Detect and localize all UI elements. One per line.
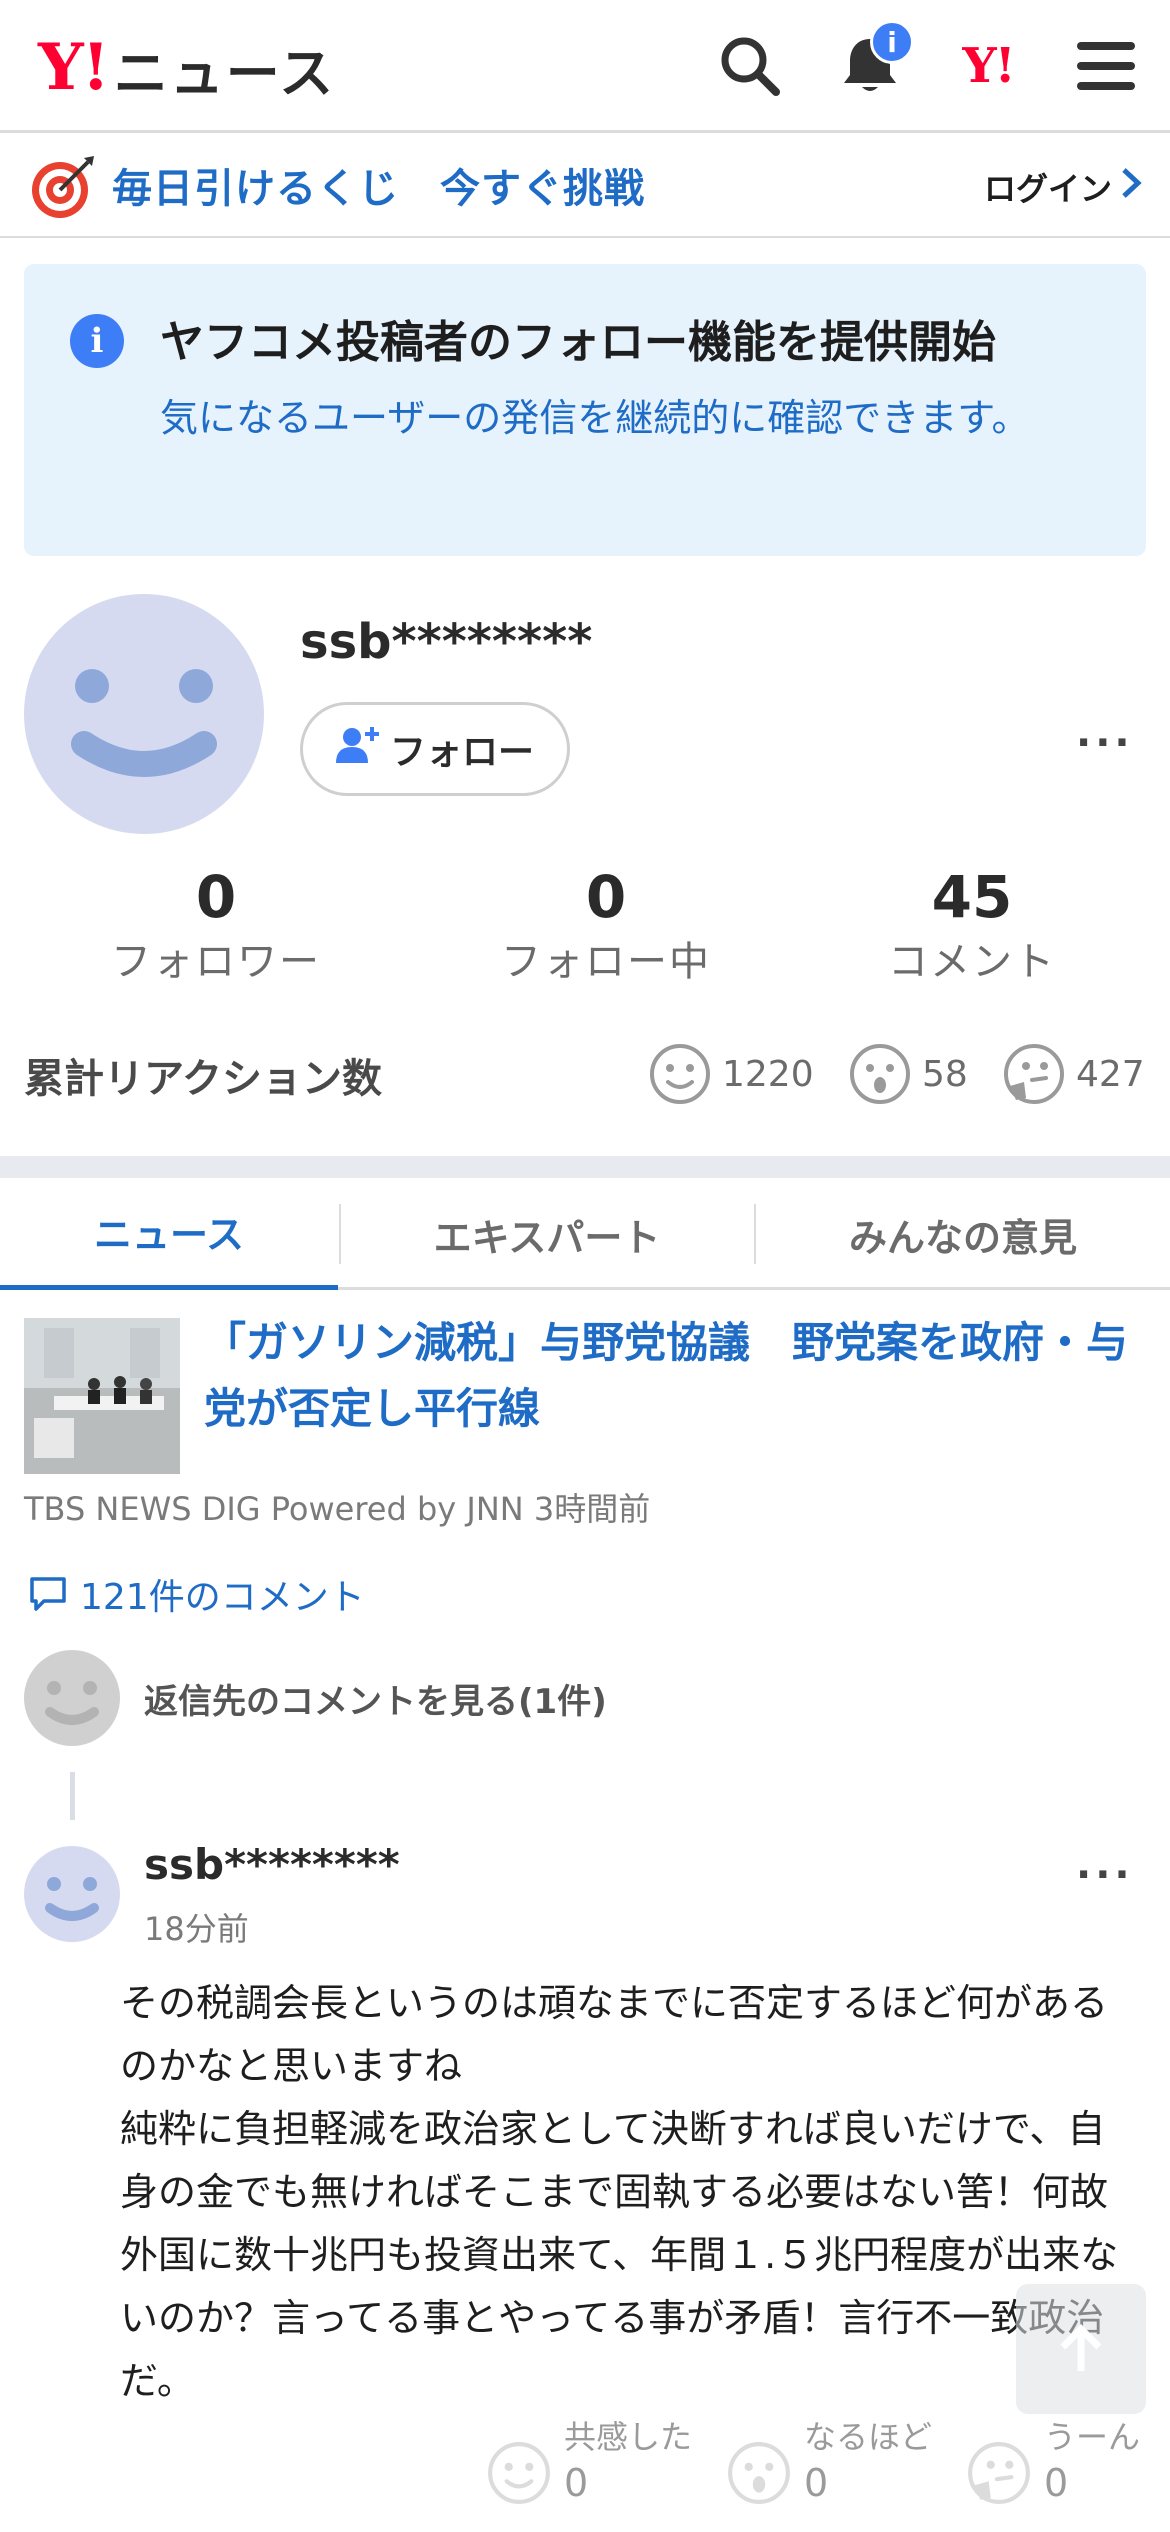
profile-username: ssb******** bbox=[300, 614, 593, 670]
comment-avatar bbox=[24, 1846, 120, 1942]
smile-face-icon bbox=[650, 1044, 710, 1104]
hamburger-menu-icon[interactable] bbox=[1068, 28, 1144, 104]
add-user-icon bbox=[335, 725, 380, 774]
article-comments-link[interactable]: 121件のコメント bbox=[28, 1568, 365, 1620]
follow-feature-notice: i ヤフコメ投稿者のフォロー機能を提供開始 気になるユーザーの発信を継続的に確認… bbox=[24, 264, 1146, 556]
hmm-button[interactable]: うーん 0 bbox=[966, 2416, 1140, 2508]
target-icon bbox=[28, 154, 96, 222]
notice-title: ヤフコメ投稿者のフォロー機能を提供開始 bbox=[160, 317, 996, 368]
comment-time: 18分前 bbox=[144, 1910, 249, 1948]
comment-tabs: ニュース エキスパート みんなの意見 bbox=[0, 1178, 1170, 1290]
comments-label: コメント bbox=[888, 939, 1056, 985]
profile-more-menu-icon[interactable]: ··· bbox=[1076, 720, 1134, 766]
reaction-hmm: 427 bbox=[1002, 1042, 1145, 1106]
parent-avatar bbox=[24, 1650, 120, 1746]
login-link[interactable]: ログイン bbox=[984, 164, 1142, 210]
insight-label: なるほど bbox=[804, 2418, 933, 2456]
reaction-insight-count: 58 bbox=[922, 1053, 968, 1095]
tab-expert[interactable]: エキスパート bbox=[340, 1178, 754, 1290]
article-comment-count: 121件のコメント bbox=[80, 1577, 365, 1618]
article-thumbnail[interactable] bbox=[24, 1318, 180, 1474]
followers-count: 0 bbox=[195, 863, 237, 931]
empathy-button[interactable]: 共感した 0 bbox=[486, 2416, 692, 2508]
following-label: フォロー中 bbox=[501, 939, 711, 985]
followers-label: フォロワー bbox=[111, 939, 321, 985]
hmm-count: 0 bbox=[1044, 2461, 1069, 2505]
scroll-to-top-button[interactable] bbox=[1016, 2284, 1146, 2414]
user-avatar bbox=[24, 594, 264, 834]
insight-count: 0 bbox=[804, 2461, 829, 2505]
tab-news[interactable]: ニュース bbox=[0, 1178, 338, 1290]
yahoo-japan-icon[interactable]: Y! bbox=[950, 28, 1026, 104]
surprised-face-icon bbox=[728, 2442, 790, 2504]
comment-more-menu-icon[interactable]: ··· bbox=[1076, 1852, 1134, 1898]
logo-text: ニュース bbox=[113, 41, 336, 105]
top-header: Y! ニュース i Y! bbox=[0, 0, 1170, 133]
info-icon: i bbox=[70, 314, 124, 368]
empathy-label: 共感した bbox=[564, 2418, 693, 2456]
bell-icon[interactable]: i bbox=[832, 20, 914, 104]
view-parent-comment[interactable]: 返信先のコメントを見る(1件) bbox=[24, 1650, 607, 1746]
followers-stat[interactable]: 0 フォロワー bbox=[56, 862, 376, 992]
comments-stat[interactable]: 45 コメント bbox=[812, 862, 1132, 992]
tab-opinions[interactable]: みんなの意見 bbox=[756, 1178, 1170, 1290]
comment-body: その税調会長というのは頑なまでに否定するほど何があるのかなと思いますね 純粋に負… bbox=[120, 1981, 1119, 2403]
logo-mark: Y! bbox=[38, 30, 110, 105]
comment-bubble-icon bbox=[30, 1577, 66, 1611]
reaction-insight: 58 bbox=[848, 1042, 968, 1106]
empathy-count: 0 bbox=[564, 2461, 589, 2505]
lottery-banner[interactable]: 毎日引けるくじ 今すぐ挑戦 ログイン bbox=[0, 136, 1170, 238]
yahoo-news-logo[interactable]: Y! ニュース bbox=[38, 28, 335, 108]
login-label: ログイン bbox=[983, 170, 1112, 208]
thinking-face-icon bbox=[1004, 1044, 1064, 1104]
thread-connector bbox=[70, 1772, 75, 1820]
insight-button[interactable]: なるほど 0 bbox=[726, 2416, 932, 2508]
yahoo-mark: Y! bbox=[962, 38, 1015, 94]
reaction-hmm-count: 427 bbox=[1076, 1053, 1145, 1095]
hmm-label: うーん bbox=[1044, 2418, 1141, 2456]
lottery-text: 毎日引けるくじ 今すぐ挑戦 bbox=[112, 166, 645, 212]
comments-total: 45 bbox=[931, 863, 1013, 931]
notification-badge: i bbox=[870, 20, 914, 64]
surprised-face-icon bbox=[850, 1044, 910, 1104]
chevron-right-icon bbox=[1120, 166, 1142, 209]
section-divider bbox=[0, 1156, 1170, 1178]
arrow-up-icon bbox=[1060, 2324, 1102, 2371]
thinking-face-icon bbox=[968, 2442, 1030, 2504]
following-stat[interactable]: 0 フォロー中 bbox=[446, 862, 766, 992]
article-title-link[interactable]: 「ガソリン減税」与野党協議 野党案を政府・与党が否定し平行線 bbox=[204, 1310, 1144, 1442]
view-parent-label: 返信先のコメントを見る(1件) bbox=[144, 1681, 607, 1722]
follow-label: フォロー bbox=[389, 732, 534, 773]
comment-username: ssb******** bbox=[144, 1840, 400, 1889]
follow-button[interactable]: フォロー bbox=[300, 702, 570, 796]
reaction-empathy-count: 1220 bbox=[722, 1053, 814, 1095]
reaction-empathy: 1220 bbox=[648, 1042, 814, 1106]
following-count: 0 bbox=[585, 863, 627, 931]
smile-face-icon bbox=[488, 2442, 550, 2504]
notice-body: 気になるユーザーの発信を継続的に確認できます。 bbox=[160, 396, 1030, 440]
search-icon[interactable] bbox=[712, 28, 788, 104]
total-reactions-label: 累計リアクション数 bbox=[24, 1056, 382, 1102]
article-source: TBS NEWS DIG Powered by JNN 3時間前 bbox=[24, 1490, 651, 1528]
